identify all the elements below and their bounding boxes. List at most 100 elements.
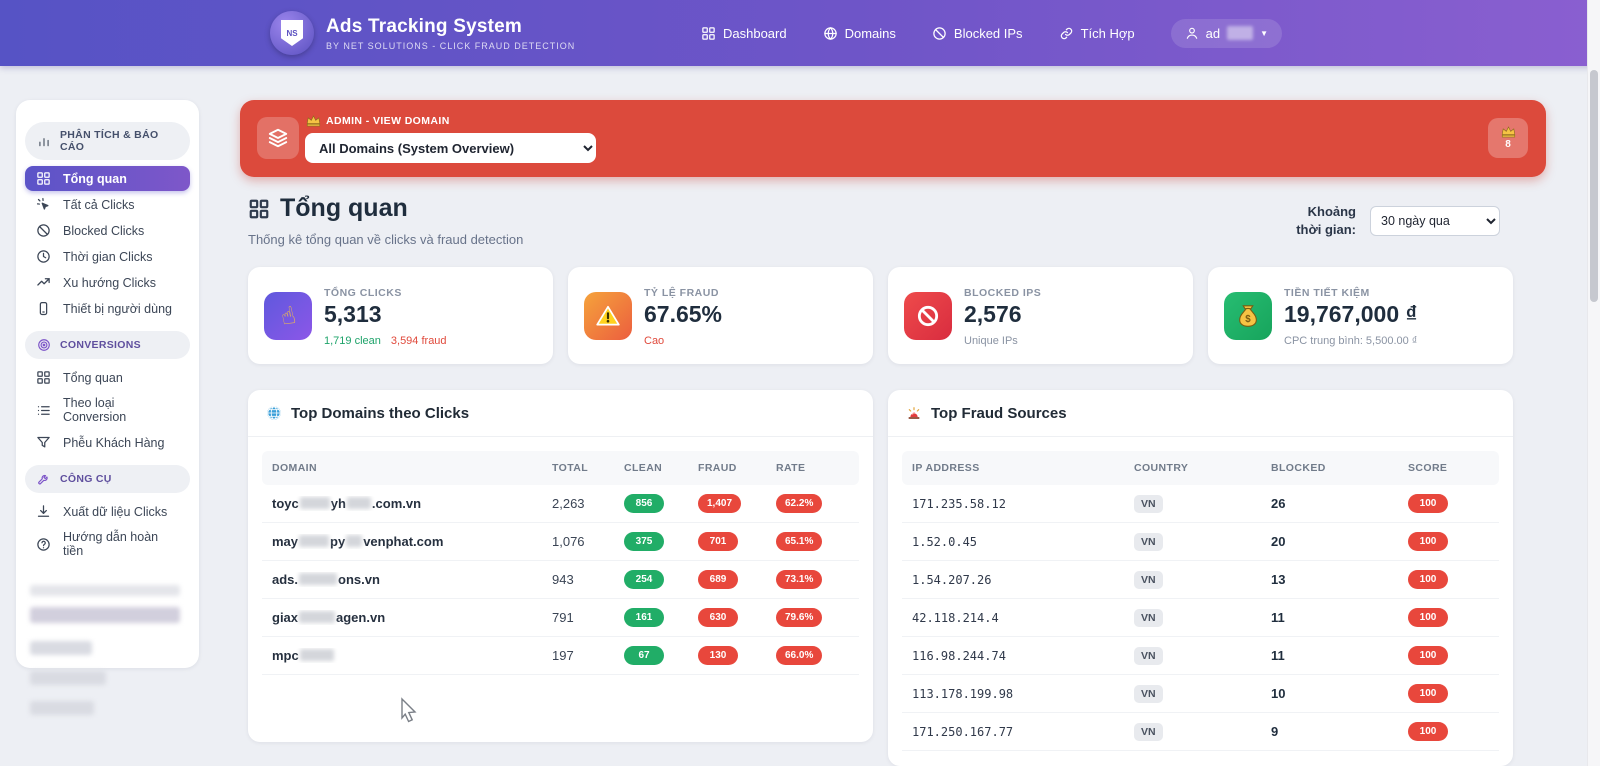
domain-cell: giaxagen.vn	[272, 610, 552, 625]
nav-item-dashboard[interactable]: Dashboard	[701, 26, 787, 41]
fraud-badge: 701	[698, 532, 738, 551]
ip-address-cell: 113.178.199.98	[912, 687, 1134, 701]
wrench-icon	[37, 472, 51, 486]
redacted-text	[347, 497, 371, 509]
clean-badge: 161	[624, 608, 664, 627]
scrollbar-thumb[interactable]	[1590, 70, 1598, 302]
nav-item-label: Blocked IPs	[954, 26, 1023, 41]
nav-item-tích-hợp[interactable]: Tích Hợp	[1059, 26, 1135, 41]
pointer-hand-icon: ☝	[264, 292, 312, 340]
logo-shield-icon: NS	[281, 20, 303, 46]
sidebar-item-blocked-clicks[interactable]: Blocked Clicks	[25, 218, 190, 243]
stat-subtext: CPC trung bình: 5,500.00 ₫	[1284, 335, 1417, 347]
fraud-source-row: 171.235.58.12VN26100	[902, 485, 1499, 523]
list-icon	[36, 403, 51, 418]
rate-badge: 65.1%	[776, 532, 822, 551]
ip-address-cell: 1.52.0.45	[912, 535, 1134, 549]
country-badge: VN	[1134, 685, 1163, 703]
svg-text:$: $	[1245, 314, 1251, 325]
page-title: Tổng quan	[248, 194, 523, 223]
fraud-source-row: 1.52.0.45VN20100	[902, 523, 1499, 561]
app-subtitle: BY NET SOLUTIONS - CLICK FRAUD DETECTION	[326, 41, 575, 51]
redacted-text	[300, 649, 334, 661]
sidebar-item-label: Xuất dữ liệu Clicks	[63, 505, 167, 519]
redacted-text	[300, 497, 330, 509]
sidebar-item-phễu-khách-hàng[interactable]: Phễu Khách Hàng	[25, 430, 190, 455]
sidebar-item-xu-hướng-clicks[interactable]: Xu hướng Clicks	[25, 270, 190, 295]
rate-badge: 79.6%	[776, 608, 822, 627]
sidebar-redacted-block	[25, 585, 190, 715]
domain-cell: maypyvenphat.com	[272, 534, 552, 549]
sidebar-item-hướng-dẫn-hoàn-tiền[interactable]: Hướng dẫn hoàn tiền	[25, 525, 190, 563]
click-icon	[36, 197, 51, 212]
nav-item-domains[interactable]: Domains	[823, 26, 896, 41]
redacted-text	[299, 573, 337, 585]
sidebar: PHÂN TÍCH & BÁO CÁOTổng quanTất cả Click…	[16, 100, 199, 668]
stat-card-no-entry: BLOCKED IPS2,576Unique IPs	[888, 267, 1193, 364]
fraud-table-header: IP ADDRESSCOUNTRYBLOCKEDSCORE	[902, 451, 1499, 485]
domain-cell: ads.ons.vn	[272, 572, 552, 587]
user-menu[interactable]: ad ▼	[1171, 19, 1282, 48]
ban-icon	[932, 26, 947, 41]
grid-icon	[701, 26, 716, 41]
sidebar-item-theo-loại-conversion[interactable]: Theo loại Conversion	[25, 391, 190, 429]
score-badge: 100	[1408, 532, 1448, 551]
domain-select[interactable]: All Domains (System Overview)	[305, 133, 596, 163]
page-subtitle: Thống kê tổng quan về clicks và fraud de…	[248, 232, 523, 247]
time-range-select[interactable]: 30 ngày qua	[1370, 206, 1500, 236]
sidebar-item-label: Hướng dẫn hoàn tiền	[63, 530, 179, 558]
score-badge: 100	[1408, 494, 1448, 513]
sidebar-item-thiết-bị-người-dùng[interactable]: Thiết bị người dùng	[25, 296, 190, 321]
column-header: IP ADDRESS	[912, 462, 1134, 474]
sidebar-item-tổng-quan[interactable]: Tổng quan	[25, 166, 190, 191]
sidebar-section-header: PHÂN TÍCH & BÁO CÁO	[25, 122, 190, 160]
clean-badge: 254	[624, 570, 664, 589]
blocked-count-cell: 20	[1271, 534, 1408, 549]
download-icon	[36, 504, 51, 519]
nav-item-blocked-ips[interactable]: Blocked IPs	[932, 26, 1023, 41]
column-header: COUNTRY	[1134, 462, 1271, 474]
stat-value: 2,576	[964, 301, 1022, 328]
stat-subtext: Cao	[644, 335, 664, 347]
fraud-source-row: 116.98.244.74VN11100	[902, 637, 1499, 675]
nav-item-label: Tích Hợp	[1081, 26, 1135, 41]
app-title: Ads Tracking System	[326, 16, 575, 38]
stat-value: 19,767,000 ₫	[1284, 301, 1417, 328]
stat-label: TỔNG CLICKS	[324, 287, 402, 299]
page: NS Ads Tracking System BY NET SOLUTIONS …	[0, 0, 1600, 766]
redacted-text	[299, 535, 329, 547]
blocked-count-cell: 9	[1271, 724, 1408, 739]
funnel-icon	[36, 435, 51, 450]
sidebar-item-tổng-quan[interactable]: Tổng quan	[25, 365, 190, 390]
main-nav: Dashboard Domains Blocked IPs Tích Hợp ad ▼	[701, 19, 1282, 48]
chevron-down-icon: ▼	[1260, 29, 1268, 38]
redacted-text	[299, 611, 335, 623]
clean-badge: 375	[624, 532, 664, 551]
link-icon	[1059, 26, 1074, 41]
domain-table-row: maypyvenphat.com1,07637570165.1%	[262, 523, 859, 561]
fraud-source-row: 1.54.207.26VN13100	[902, 561, 1499, 599]
top-fraud-sources-title: Top Fraud Sources	[888, 390, 1513, 437]
layers-icon	[257, 117, 299, 159]
blocked-count-cell: 10	[1271, 686, 1408, 701]
country-badge: VN	[1134, 723, 1163, 741]
sidebar-item-tất-cả-clicks[interactable]: Tất cả Clicks	[25, 192, 190, 217]
stat-card-money-bag: $TIỀN TIẾT KIỆM19,767,000 ₫CPC trung bìn…	[1208, 267, 1513, 364]
rate-badge: 62.2%	[776, 494, 822, 513]
user-name: ad	[1206, 26, 1220, 41]
siren-icon	[906, 405, 922, 421]
phone-icon	[36, 301, 51, 316]
top-header: NS Ads Tracking System BY NET SOLUTIONS …	[0, 0, 1600, 66]
rate-badge: 66.0%	[776, 646, 822, 665]
user-name-redacted	[1227, 26, 1253, 40]
crown-icon	[1501, 126, 1516, 138]
fraud-source-row: 113.178.199.98VN10100	[902, 675, 1499, 713]
domain-table-row: mpc1976713066.0%	[262, 637, 859, 675]
fraud-badge: 1,407	[698, 494, 741, 513]
blocked-count-cell: 11	[1271, 610, 1408, 625]
sidebar-item-thời-gian-clicks[interactable]: Thời gian Clicks	[25, 244, 190, 269]
sidebar-item-label: Blocked Clicks	[63, 224, 144, 238]
top-fraud-sources-card: Top Fraud Sources IP ADDRESSCOUNTRYBLOCK…	[888, 390, 1513, 766]
sidebar-item-xuất-dữ-liệu-clicks[interactable]: Xuất dữ liệu Clicks	[25, 499, 190, 524]
total-cell: 2,263	[552, 496, 624, 511]
